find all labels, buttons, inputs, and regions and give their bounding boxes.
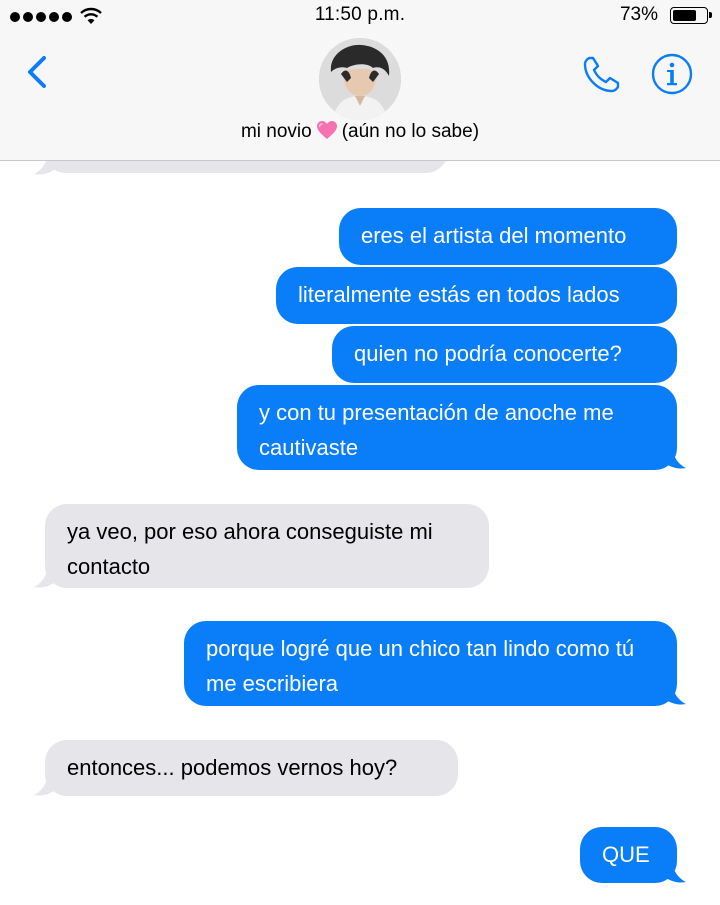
- phone-call-icon[interactable]: [580, 52, 624, 96]
- contact-name-prefix: mi novio: [240, 121, 312, 142]
- message-bubble-received[interactable]: entonces... podemos vernos hoy?: [45, 740, 458, 796]
- bubble-tail: [34, 563, 60, 588]
- avatar-photo: [319, 38, 401, 120]
- pink-heart-emoji-icon: [316, 121, 337, 139]
- status-bar: 11:50 p.m. 73%: [0, 0, 720, 34]
- message-bubble-sent[interactable]: quien no podría conocerte?: [332, 326, 677, 383]
- message-text: entonces... podemos vernos hoy?: [67, 755, 398, 780]
- message-text: literalmente estás en todos lados: [298, 282, 620, 307]
- bubble-tail: [660, 858, 686, 883]
- conversation-header: 11:50 p.m. 73% mi novio (aún no lo sabe): [0, 0, 720, 161]
- battery-icon: [670, 7, 712, 24]
- bubble-tail: [34, 771, 60, 796]
- message-bubble-sent[interactable]: porque logré que un chico tan lindo como…: [184, 621, 677, 706]
- status-time: 11:50 p.m.: [314, 4, 406, 25]
- message-text: porque logré que un chico tan lindo como…: [206, 636, 635, 696]
- bubble-tail: [660, 444, 686, 469]
- message-text: y con tu presentación de anoche me cauti…: [259, 400, 614, 460]
- contact-name[interactable]: mi novio (aún no lo sabe): [0, 120, 720, 143]
- message-text: QUE: [602, 842, 650, 867]
- message-text: quien no podría conocerte?: [354, 341, 622, 366]
- battery-percentage: 73%: [619, 4, 658, 25]
- message-bubble-sent[interactable]: y con tu presentación de anoche me cauti…: [237, 385, 677, 470]
- message-text: eres el artista del momento: [361, 223, 627, 248]
- message-text: ya veo, por eso ahora conseguiste mi con…: [67, 519, 433, 579]
- battery-level-fill: [673, 10, 696, 21]
- message-bubble-sent[interactable]: literalmente estás en todos lados: [276, 267, 677, 324]
- message-bubble-sent[interactable]: eres el artista del momento: [339, 208, 677, 265]
- contact-name-suffix: (aún no lo sabe): [341, 121, 480, 142]
- contact-avatar[interactable]: [319, 38, 401, 120]
- back-chevron-icon[interactable]: [20, 50, 60, 94]
- message-bubble-received[interactable]: ya veo, por eso ahora conseguiste mi con…: [45, 504, 489, 588]
- info-icon[interactable]: [651, 53, 693, 95]
- bubble-tail: [660, 680, 686, 705]
